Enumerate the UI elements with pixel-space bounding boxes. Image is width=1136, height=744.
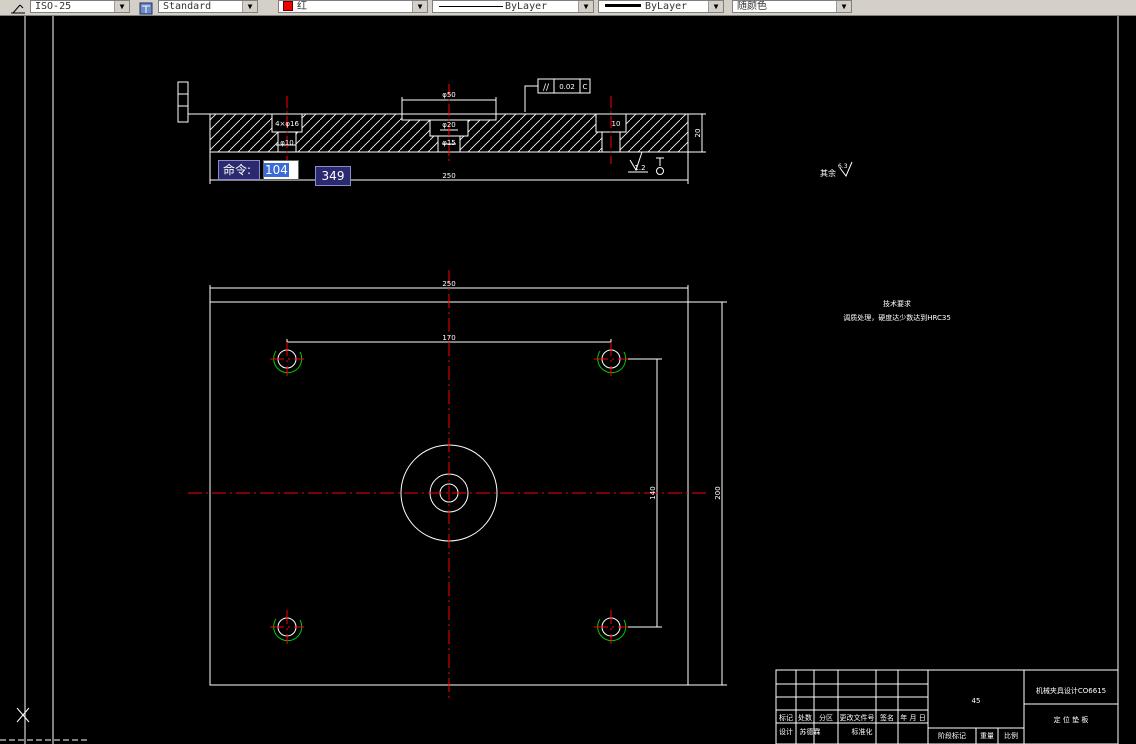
lineweight-select[interactable]: ByLayer ▼ — [598, 0, 724, 13]
lineweight-value: ByLayer — [645, 1, 688, 12]
properties-toolbar: ISO-25 ▼ Standard ▼ 红 ▼ ByLayer ▼ ByLaye… — [0, 0, 1136, 16]
dim-holes: 4×φ16 — [275, 120, 299, 128]
dim-height: 200 — [714, 486, 722, 499]
plotstyle-select[interactable]: 随颜色 ▼ — [732, 0, 852, 13]
tech-req-title: 技术要求 — [883, 299, 911, 308]
chevron-down-icon[interactable]: ▼ — [412, 1, 427, 12]
plan-hole-arcs — [273, 350, 627, 642]
roughness-rest-value: 6.3 — [838, 163, 848, 170]
textstyle-select[interactable]: Standard ▼ — [158, 0, 258, 13]
chevron-down-icon[interactable]: ▼ — [114, 1, 129, 12]
dim-thickness-20: 20 — [694, 129, 702, 138]
tb-header-3: 更改文件号 — [840, 713, 875, 722]
tb-weight-label: 重量 — [980, 732, 994, 740]
tb-header-2: 分区 — [819, 713, 833, 722]
color-select[interactable]: 红 ▼ — [278, 0, 428, 13]
dim-phi10: φ10 — [280, 139, 294, 147]
drawing-canvas[interactable]: φ50 φ20 φ15 4×φ16 φ10 10 20 250 0.02 C /… — [0, 16, 1136, 744]
tb-stage-label: 阶段标记 — [938, 731, 966, 740]
textstyle-value: Standard — [163, 1, 212, 12]
coordinate-readout: 349 — [315, 166, 351, 186]
title-drawing-name: 机械夹具设计CO6615 — [1036, 686, 1106, 695]
tb-header-1: 处数 — [798, 713, 812, 722]
roughness-rest-label: 其余 — [820, 168, 836, 178]
tolerance-datum: C — [583, 83, 588, 91]
dimstyle-value: ISO-25 — [35, 1, 72, 12]
dim-width-side: 250 — [442, 172, 455, 180]
chevron-down-icon[interactable]: ▼ — [708, 1, 723, 12]
linetype-select[interactable]: ByLayer ▼ — [432, 0, 594, 13]
tb-standard-label: 标准化 — [852, 727, 873, 736]
dimension-style-icon[interactable] — [10, 0, 26, 14]
tb-scale-label: 比例 — [1004, 731, 1018, 740]
color-value: 红 — [297, 1, 307, 12]
tolerance-value: 0.02 — [559, 83, 575, 91]
tb-design-label: 设计 — [779, 727, 793, 736]
dim-phi50: φ50 — [442, 91, 456, 99]
dim-width-top: 250 — [442, 280, 455, 288]
dim-phi20: φ20 — [442, 121, 456, 129]
tb-design-name: 苏德霖 — [800, 727, 821, 736]
text-style-icon[interactable] — [138, 0, 154, 15]
tech-req-text: 调质处理，硬度达少数达到HRC35 — [843, 313, 951, 322]
chevron-down-icon[interactable]: ▼ — [836, 1, 851, 12]
roughness-value: 1.2 — [634, 164, 645, 172]
plotstyle-value: 随颜色 — [737, 1, 767, 12]
tb-header-4: 签名 — [880, 713, 894, 722]
dimstyle-select[interactable]: ISO-25 ▼ — [30, 0, 130, 13]
chevron-down-icon[interactable]: ▼ — [578, 1, 593, 12]
tb-header-5: 年 月 日 — [900, 713, 925, 722]
chevron-down-icon[interactable]: ▼ — [242, 1, 257, 12]
parallelism-icon: // — [543, 83, 550, 93]
dim-phi15: φ15 — [442, 139, 456, 147]
command-prompt-label: 命令: — [218, 160, 260, 180]
title-material: 45 — [972, 697, 981, 705]
tb-header-0: 标记 — [779, 713, 793, 722]
lineweight-preview — [605, 4, 641, 7]
plan-view — [209, 285, 727, 686]
ucs-icon — [16, 707, 30, 723]
dim-hole-spacing-y: 140 — [649, 486, 657, 499]
title-part-name: 定 位 垫 板 — [1054, 715, 1089, 724]
color-swatch-icon — [283, 1, 293, 12]
linetype-preview — [439, 6, 503, 7]
linetype-value: ByLayer — [505, 1, 548, 12]
dim-hole-spacing-x: 170 — [442, 334, 455, 342]
command-input-value: 104 — [264, 163, 289, 177]
dim-depth-10: 10 — [612, 120, 621, 128]
command-input[interactable]: 104 — [263, 160, 299, 180]
